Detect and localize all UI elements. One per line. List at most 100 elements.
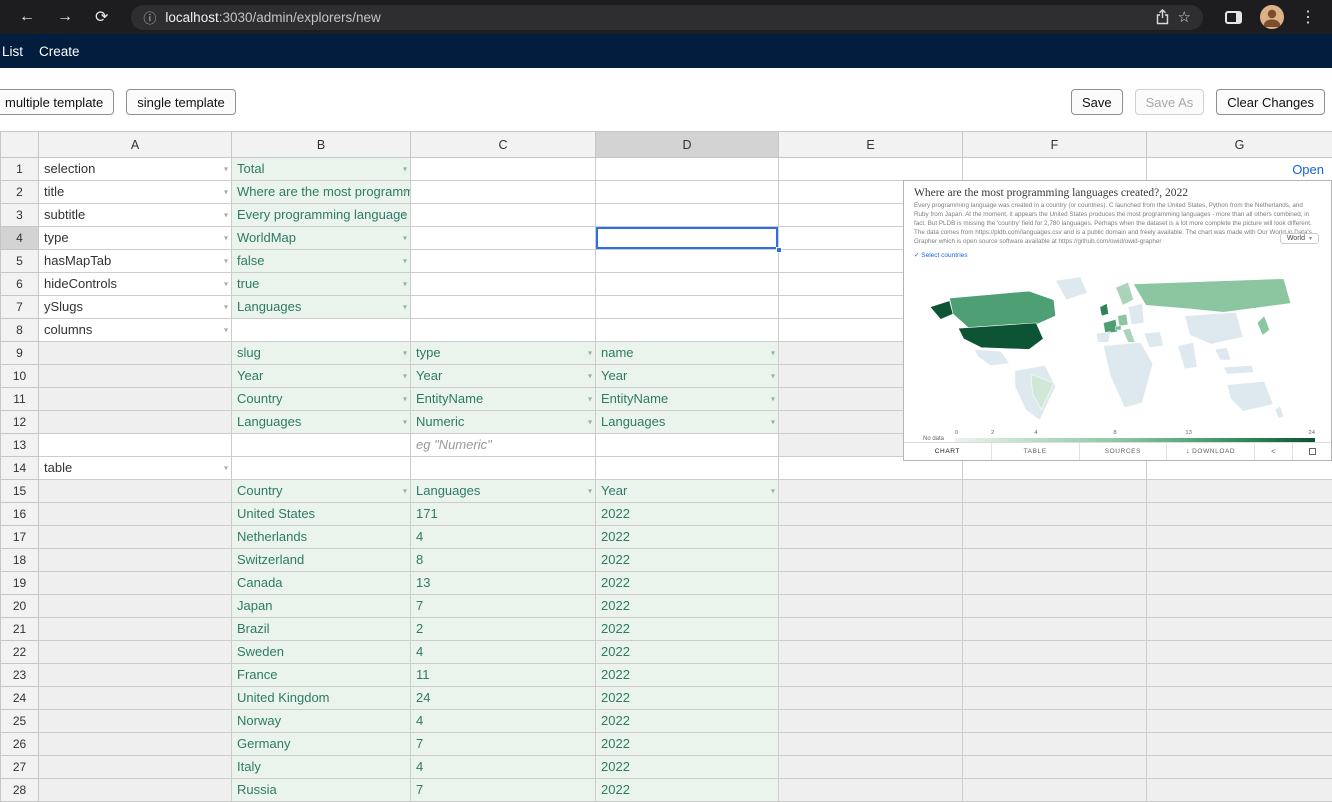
grid-cell[interactable]: 7	[411, 595, 596, 618]
map-mexico[interactable]	[974, 349, 1009, 365]
grid-cell[interactable]: 2022	[596, 687, 779, 710]
grid-cell[interactable]: 7	[411, 779, 596, 802]
grid-cell[interactable]	[779, 526, 963, 549]
corner-header[interactable]	[1, 132, 39, 158]
grid-cell[interactable]: eg "Numeric"	[411, 434, 596, 457]
cell-dropdown-icon[interactable]: ▾	[588, 349, 592, 358]
url-bar[interactable]: ⓘ localhost:3030/admin/explorers/new ☆	[131, 5, 1203, 30]
grid-cell[interactable]	[1147, 503, 1332, 526]
cell-dropdown-icon[interactable]: ▾	[403, 234, 407, 243]
map-germany[interactable]	[1118, 314, 1129, 326]
grid-cell[interactable]	[39, 779, 232, 802]
cell-dropdown-icon[interactable]: ▾	[403, 165, 407, 174]
forward-icon[interactable]: →	[48, 8, 82, 26]
grid-cell[interactable]	[39, 641, 232, 664]
grid-cell[interactable]	[1147, 618, 1332, 641]
map-eastern-europe[interactable]	[1128, 303, 1144, 324]
cell-dropdown-icon[interactable]: ▾	[771, 418, 775, 427]
row-header[interactable]: 26	[1, 733, 39, 756]
grid-cell[interactable]: WorldMap▾	[232, 227, 411, 250]
grid-cell[interactable]: Year▾	[411, 365, 596, 388]
grid-cell[interactable]	[39, 411, 232, 434]
grid-cell[interactable]: Japan	[232, 595, 411, 618]
cell-dropdown-icon[interactable]: ▾	[403, 303, 407, 312]
row-header[interactable]: 1	[1, 158, 39, 181]
map-china[interactable]	[1185, 312, 1243, 344]
grid-cell[interactable]	[39, 756, 232, 779]
grid-cell[interactable]: Germany	[232, 733, 411, 756]
share-icon[interactable]	[1156, 9, 1169, 25]
grid-cell[interactable]: Brazil	[232, 618, 411, 641]
grid-cell[interactable]: EntityName▾	[596, 388, 779, 411]
grid-cell[interactable]	[779, 756, 963, 779]
cell-dropdown-icon[interactable]: ▾	[224, 280, 228, 289]
single-template-button[interactable]: single template	[126, 89, 235, 115]
row-header[interactable]: 2	[1, 181, 39, 204]
row-header[interactable]: 15	[1, 480, 39, 503]
grid-cell[interactable]	[779, 687, 963, 710]
grid-cell[interactable]	[1147, 572, 1332, 595]
grid-cell[interactable]	[963, 779, 1147, 802]
map-africa[interactable]	[1103, 342, 1153, 407]
grid-cell[interactable]: 2022	[596, 710, 779, 733]
row-header[interactable]: 20	[1, 595, 39, 618]
grid-cell[interactable]	[1147, 549, 1332, 572]
cell-dropdown-icon[interactable]: ▾	[403, 395, 407, 404]
profile-avatar[interactable]	[1260, 5, 1284, 29]
grid-cell[interactable]	[1147, 664, 1332, 687]
fullscreen-icon[interactable]	[1293, 443, 1331, 460]
map-middle-east[interactable]	[1144, 331, 1163, 347]
grid-cell[interactable]: 171	[411, 503, 596, 526]
grid-cell[interactable]	[963, 503, 1147, 526]
grid-cell[interactable]	[963, 664, 1147, 687]
cell-dropdown-icon[interactable]: ▾	[403, 211, 407, 220]
bookmark-star-icon[interactable]: ☆	[1178, 8, 1191, 26]
cell-dropdown-icon[interactable]: ▾	[403, 280, 407, 289]
grid-cell[interactable]: 2022	[596, 526, 779, 549]
cell-dropdown-icon[interactable]: ▾	[224, 234, 228, 243]
grid-cell[interactable]	[39, 549, 232, 572]
grid-cell[interactable]: 4	[411, 641, 596, 664]
grid-cell[interactable]: Canada	[232, 572, 411, 595]
map-new-zealand[interactable]	[1275, 406, 1284, 418]
grid-cell[interactable]: true▾	[232, 273, 411, 296]
entity-selector[interactable]: World▾	[1280, 233, 1319, 244]
row-header[interactable]: 16	[1, 503, 39, 526]
row-header[interactable]: 12	[1, 411, 39, 434]
cell-dropdown-icon[interactable]: ▾	[403, 487, 407, 496]
tab-sources[interactable]: SOURCES	[1080, 443, 1168, 460]
grid-cell[interactable]: Where are the most programming languages…	[232, 181, 411, 204]
grid-cell[interactable]	[411, 319, 596, 342]
row-header[interactable]: 25	[1, 710, 39, 733]
grid-cell[interactable]	[596, 181, 779, 204]
grid-cell[interactable]: United States	[232, 503, 411, 526]
grid-cell[interactable]	[596, 250, 779, 273]
row-header[interactable]: 23	[1, 664, 39, 687]
grid-cell[interactable]	[39, 687, 232, 710]
cell-dropdown-icon[interactable]: ▾	[403, 349, 407, 358]
tab-table[interactable]: TABLE	[992, 443, 1080, 460]
grid-cell[interactable]: hideControls▾	[39, 273, 232, 296]
cell-dropdown-icon[interactable]: ▾	[224, 257, 228, 266]
cell-dropdown-icon[interactable]: ▾	[588, 395, 592, 404]
row-header[interactable]: 11	[1, 388, 39, 411]
map-scandinavia[interactable]	[1116, 282, 1134, 305]
grid-cell[interactable]: 2022	[596, 595, 779, 618]
grid-cell[interactable]: type▾	[39, 227, 232, 250]
map-greenland[interactable]	[1056, 277, 1088, 300]
map-russia[interactable]	[1133, 278, 1290, 312]
grid-cell[interactable]	[39, 572, 232, 595]
grid-cell[interactable]	[596, 158, 779, 181]
cell-dropdown-icon[interactable]: ▾	[224, 464, 228, 473]
col-header-d[interactable]: D	[596, 132, 779, 158]
grid-cell[interactable]: 2022	[596, 641, 779, 664]
grid-cell[interactable]	[779, 779, 963, 802]
cell-dropdown-icon[interactable]: ▾	[771, 395, 775, 404]
grid-cell[interactable]: Russia	[232, 779, 411, 802]
cell-dropdown-icon[interactable]: ▾	[403, 418, 407, 427]
cell-dropdown-icon[interactable]: ▾	[403, 372, 407, 381]
grid-cell[interactable]	[1147, 595, 1332, 618]
grid-cell[interactable]	[596, 273, 779, 296]
cell-dropdown-icon[interactable]: ▾	[588, 487, 592, 496]
grid-cell[interactable]	[963, 733, 1147, 756]
